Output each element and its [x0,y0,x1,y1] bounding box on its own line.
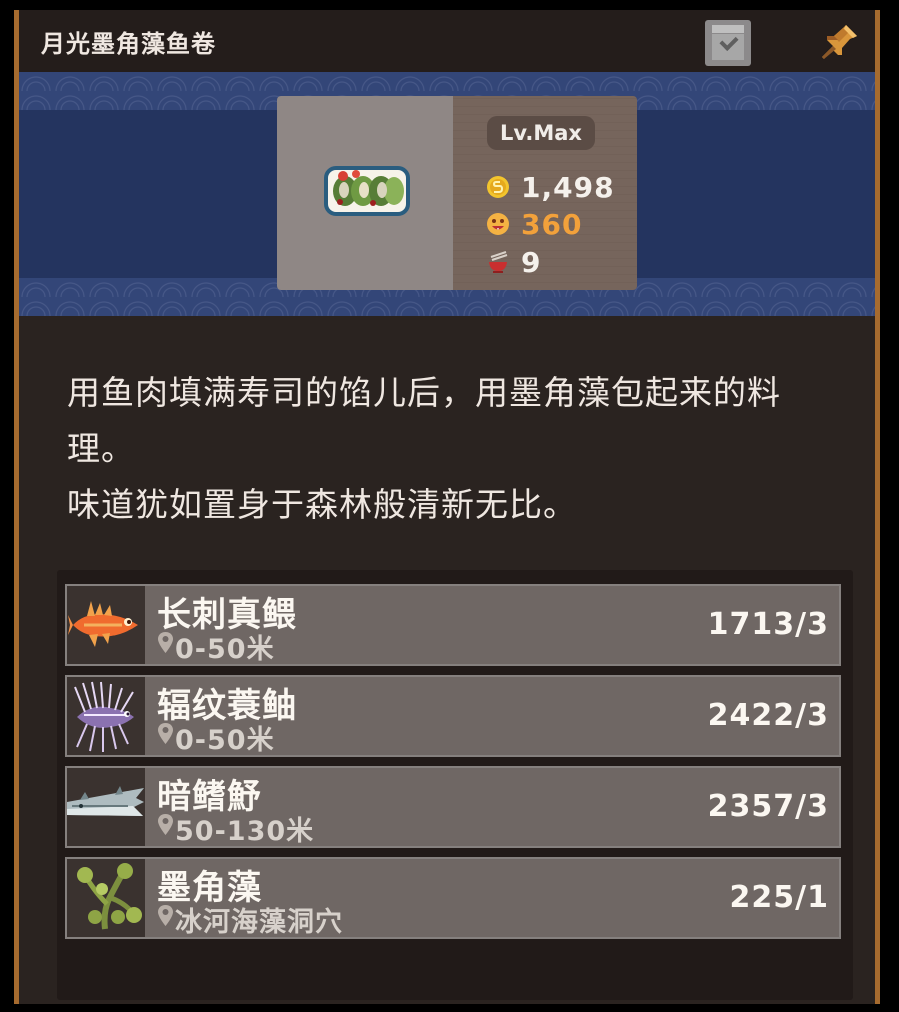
pin-icon[interactable] [819,21,861,63]
coin-icon [487,176,509,198]
red-squirrelfish-icon [67,586,145,664]
ingredient-location: 冰河海藻洞穴 [175,907,343,938]
ingredient-location: 50-130米 [175,816,315,847]
servings-value: 9 [521,246,542,279]
ingredient-count: 1713/3 [707,607,829,642]
clipboard-check-icon [712,25,744,33]
ingredient-row[interactable]: 墨角藻 冰河海藻洞穴 225/1 [65,857,841,939]
description-line-1: 用鱼肉填满寿司的馅儿后，用墨角藻包起来的料理。 [67,373,781,468]
location-pin-icon [158,905,173,926]
recipe-description: 用鱼肉填满寿司的馅儿后，用墨角藻包起来的料理。 味道犹如置身于森林般清新无比。 [67,365,847,533]
ingredient-count: 225/1 [729,880,829,915]
title-bar: 月光墨角藻鱼卷 [19,10,875,72]
ingredient-count: 2422/3 [707,698,829,733]
dish-preview [277,96,453,290]
barracuda-icon [67,768,145,846]
ingredient-thumbnail [67,586,145,664]
location-pin-icon [158,723,173,744]
ingredient-thumbnail [67,677,145,755]
location-pin-icon [158,814,173,835]
taste-face-icon [487,213,509,235]
ingredient-thumbnail [67,859,145,937]
price-value: 1,498 [521,171,615,204]
dish-stats: Lv.Max 1,498 360 9 [453,96,637,290]
ingredient-row[interactable]: 长刺真鳂 0-50米 1713/3 [65,584,841,666]
ingredients-list: 长刺真鳂 0-50米 1713/3 辐纹蓑鲉 0-50米 2422/3 暗鳍魣 … [57,570,853,1000]
ingredient-location: 0-50米 [175,634,275,665]
ingredient-row[interactable]: 辐纹蓑鲉 0-50米 2422/3 [65,675,841,757]
recipe-title: 月光墨角藻鱼卷 [41,30,216,58]
taste-value: 360 [521,208,583,241]
lionfish-icon [67,677,145,755]
seaweed-icon [67,859,145,937]
ingredient-row[interactable]: 暗鳍魣 50-130米 2357/3 [65,766,841,848]
ingredient-count: 2357/3 [707,789,829,824]
location-pin-icon [158,632,173,653]
ingredient-thumbnail [67,768,145,846]
description-line-2: 味道犹如置身于森林般清新无比。 [67,485,577,524]
recipe-detail-panel: 月光墨角藻鱼卷 Lv.Max 1,498 360 9 用鱼肉填满寿司的馅儿后，用… [14,10,880,1004]
ingredient-location: 0-50米 [175,725,275,756]
seaweed-fish-roll-icon [324,166,410,216]
level-badge: Lv.Max [487,116,595,150]
bowl-chopsticks-icon [489,251,508,273]
recipe-card: Lv.Max 1,498 360 9 [277,96,637,290]
checklist-button[interactable] [705,20,751,66]
recipe-banner: Lv.Max 1,498 360 9 [19,72,875,316]
